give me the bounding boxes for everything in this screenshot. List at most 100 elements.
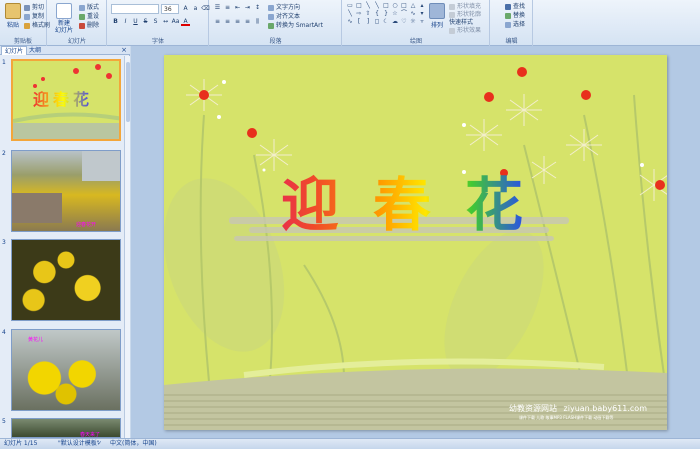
scroll-up-icon[interactable]: ▴ — [418, 2, 426, 9]
bracket-icon[interactable]: ] — [364, 18, 372, 25]
shape-effects-button[interactable]: 形状效果 — [449, 25, 481, 34]
arrange-button[interactable]: 排列 — [426, 3, 448, 29]
font-size-box[interactable]: 36 — [161, 4, 179, 14]
text-box-icon[interactable]: ▭ — [346, 2, 354, 9]
justify-icon[interactable]: ≡ — [243, 17, 252, 26]
new-slide-icon — [56, 3, 72, 19]
copy-button[interactable]: 复制 — [24, 11, 44, 20]
align-right-icon[interactable]: ≡ — [233, 17, 242, 26]
numbering-icon[interactable]: ≡ — [223, 3, 232, 12]
underline-icon[interactable]: U — [131, 17, 140, 26]
tab-outline[interactable]: 大纲 — [26, 46, 44, 55]
grow-font-icon[interactable]: A — [181, 4, 190, 13]
curve-icon[interactable]: ∿ — [409, 10, 417, 17]
select-button[interactable]: 选择 — [505, 19, 525, 28]
change-case-icon[interactable]: Aa — [171, 17, 180, 26]
oval-icon[interactable]: ○ — [391, 2, 399, 9]
format-painter-button[interactable]: 格式刷 — [24, 20, 50, 29]
increase-indent-icon[interactable]: ⇥ — [243, 3, 252, 12]
bracket-icon[interactable]: [ — [355, 18, 363, 25]
shrink-font-icon[interactable]: a — [191, 4, 200, 13]
arrow-icon[interactable]: ⇧ — [364, 10, 372, 17]
font-group-label: 字体 — [151, 38, 164, 45]
line-spacing-icon[interactable]: ↕ — [253, 3, 262, 12]
rectangle-icon[interactable]: □ — [355, 2, 363, 9]
shape-outline-button[interactable]: 形状轮廓 — [449, 9, 481, 18]
align-center-icon[interactable]: ≡ — [223, 17, 232, 26]
line-icon[interactable]: ╲ — [364, 2, 372, 9]
thumbnail-number: 1 — [2, 59, 6, 66]
char-spacing-icon[interactable]: ↔ — [161, 17, 170, 26]
italic-icon[interactable]: I — [121, 17, 130, 26]
slide-canvas[interactable]: 迎春花 幼教资源网站 ziyuan.baby611.com 课件下载 儿歌 故事… — [164, 55, 667, 430]
sun-icon[interactable]: ☼ — [409, 18, 417, 25]
columns-icon[interactable]: ⫼ — [253, 17, 262, 26]
delete-icon — [79, 22, 85, 29]
scissors-icon — [24, 4, 30, 11]
thumbnail-image: 黄花儿 — [11, 329, 121, 411]
bold-icon[interactable]: B — [111, 17, 120, 26]
thumbnail-title: 迎春花 — [33, 86, 93, 110]
new-slide-button[interactable]: 新建 幻灯片 — [51, 3, 77, 34]
font-size-controls: A a ⌫ — [181, 4, 210, 13]
slide-title[interactable]: 迎春花 — [254, 170, 584, 240]
clipboard-group: 粘贴 剪切 复制 格式刷 剪贴板 — [0, 0, 50, 46]
curve-icon[interactable]: ∿ — [346, 18, 354, 25]
cloud-icon[interactable]: ☁ — [391, 18, 399, 25]
slide-background-art — [164, 67, 667, 430]
brace-icon[interactable]: } — [382, 10, 390, 17]
scrollbar-thumb[interactable] — [126, 62, 130, 122]
font-color-icon[interactable]: A — [181, 17, 190, 26]
tab-slides[interactable]: 幻灯片 — [1, 46, 28, 55]
effects-icon — [449, 27, 455, 34]
rectangle-icon[interactable]: □ — [400, 2, 408, 9]
clear-format-icon[interactable]: ⌫ — [201, 4, 210, 13]
clipboard-group-label: 剪贴板 — [13, 38, 32, 45]
align-text-button[interactable]: 对齐文本 — [268, 11, 300, 20]
shapes-gallery[interactable]: ▭ □ ╲ ╲ □ ○ □ △ ▴ ╲ ⇨ ⇧ { } ☆ ⌒ ∿ ▾ ∿ [ … — [346, 2, 426, 25]
layout-button[interactable]: 版式 — [79, 2, 99, 11]
cursor-icon — [505, 21, 511, 28]
text-direction-button[interactable]: 文字方向 — [268, 2, 300, 11]
thumbnail-number: 3 — [2, 239, 6, 246]
bullets-icon[interactable]: ☰ — [213, 3, 222, 12]
shadow-icon[interactable]: S — [151, 17, 160, 26]
editing-group-label: 编辑 — [505, 38, 518, 45]
replace-button[interactable]: 替换 — [505, 10, 525, 19]
font-name-box[interactable] — [111, 4, 159, 14]
find-button[interactable]: 查找 — [505, 1, 525, 10]
thumbnail-image: 迎春花开 — [11, 150, 121, 232]
convert-smartart-button[interactable]: 转换为 SmartArt — [268, 20, 323, 29]
heart-icon[interactable]: ♡ — [400, 18, 408, 25]
paragraph-group: ☰ ≡ ⇤ ⇥ ↕ ≡ ≡ ≡ ≡ ⫼ 文字方向 对齐文本 转换为 SmartA… — [210, 0, 342, 46]
font-group: 36 A a ⌫ B I U S S ↔ Aa A 字体 — [108, 0, 210, 46]
line-icon[interactable]: ╲ — [346, 10, 354, 17]
reset-button[interactable]: 重设 — [79, 11, 99, 20]
strikethrough-icon[interactable]: S — [141, 17, 150, 26]
language-status[interactable]: 中文(简体，中国) — [110, 439, 157, 449]
thumbnail-image: 春天来了 — [11, 418, 121, 438]
brace-icon[interactable]: { — [373, 10, 381, 17]
align-controls: ≡ ≡ ≡ ≡ ⫼ — [213, 17, 262, 26]
spellcheck-icon[interactable]: ✓ — [97, 439, 102, 449]
pane-scrollbar[interactable] — [124, 56, 130, 438]
line-icon[interactable]: ╲ — [373, 2, 381, 9]
close-icon[interactable]: × — [121, 46, 127, 55]
triangle-icon[interactable]: △ — [409, 2, 417, 9]
scroll-down-icon[interactable]: ▾ — [418, 10, 426, 17]
thumbnail-caption: 春天来了 — [80, 432, 101, 438]
decrease-indent-icon[interactable]: ⇤ — [233, 3, 242, 12]
rectangle-icon[interactable]: □ — [382, 2, 390, 9]
slides-group: 新建 幻灯片 版式 重设 删除 幻灯片 — [48, 0, 107, 46]
align-left-icon[interactable]: ≡ — [213, 17, 222, 26]
star-icon[interactable]: ☆ — [391, 10, 399, 17]
moon-icon[interactable]: ☾ — [382, 18, 390, 25]
cut-button[interactable]: 剪切 — [24, 2, 44, 11]
more-shapes-icon[interactable]: ▿ — [418, 18, 426, 25]
arrow-icon[interactable]: ⇨ — [355, 10, 363, 17]
delete-slide-button[interactable]: 删除 — [79, 20, 99, 29]
paste-button[interactable]: 粘贴 — [2, 3, 24, 29]
list-controls: ☰ ≡ ⇤ ⇥ ↕ — [213, 3, 262, 12]
callout-icon[interactable]: ◻ — [373, 18, 381, 25]
arc-icon[interactable]: ⌒ — [400, 10, 408, 17]
